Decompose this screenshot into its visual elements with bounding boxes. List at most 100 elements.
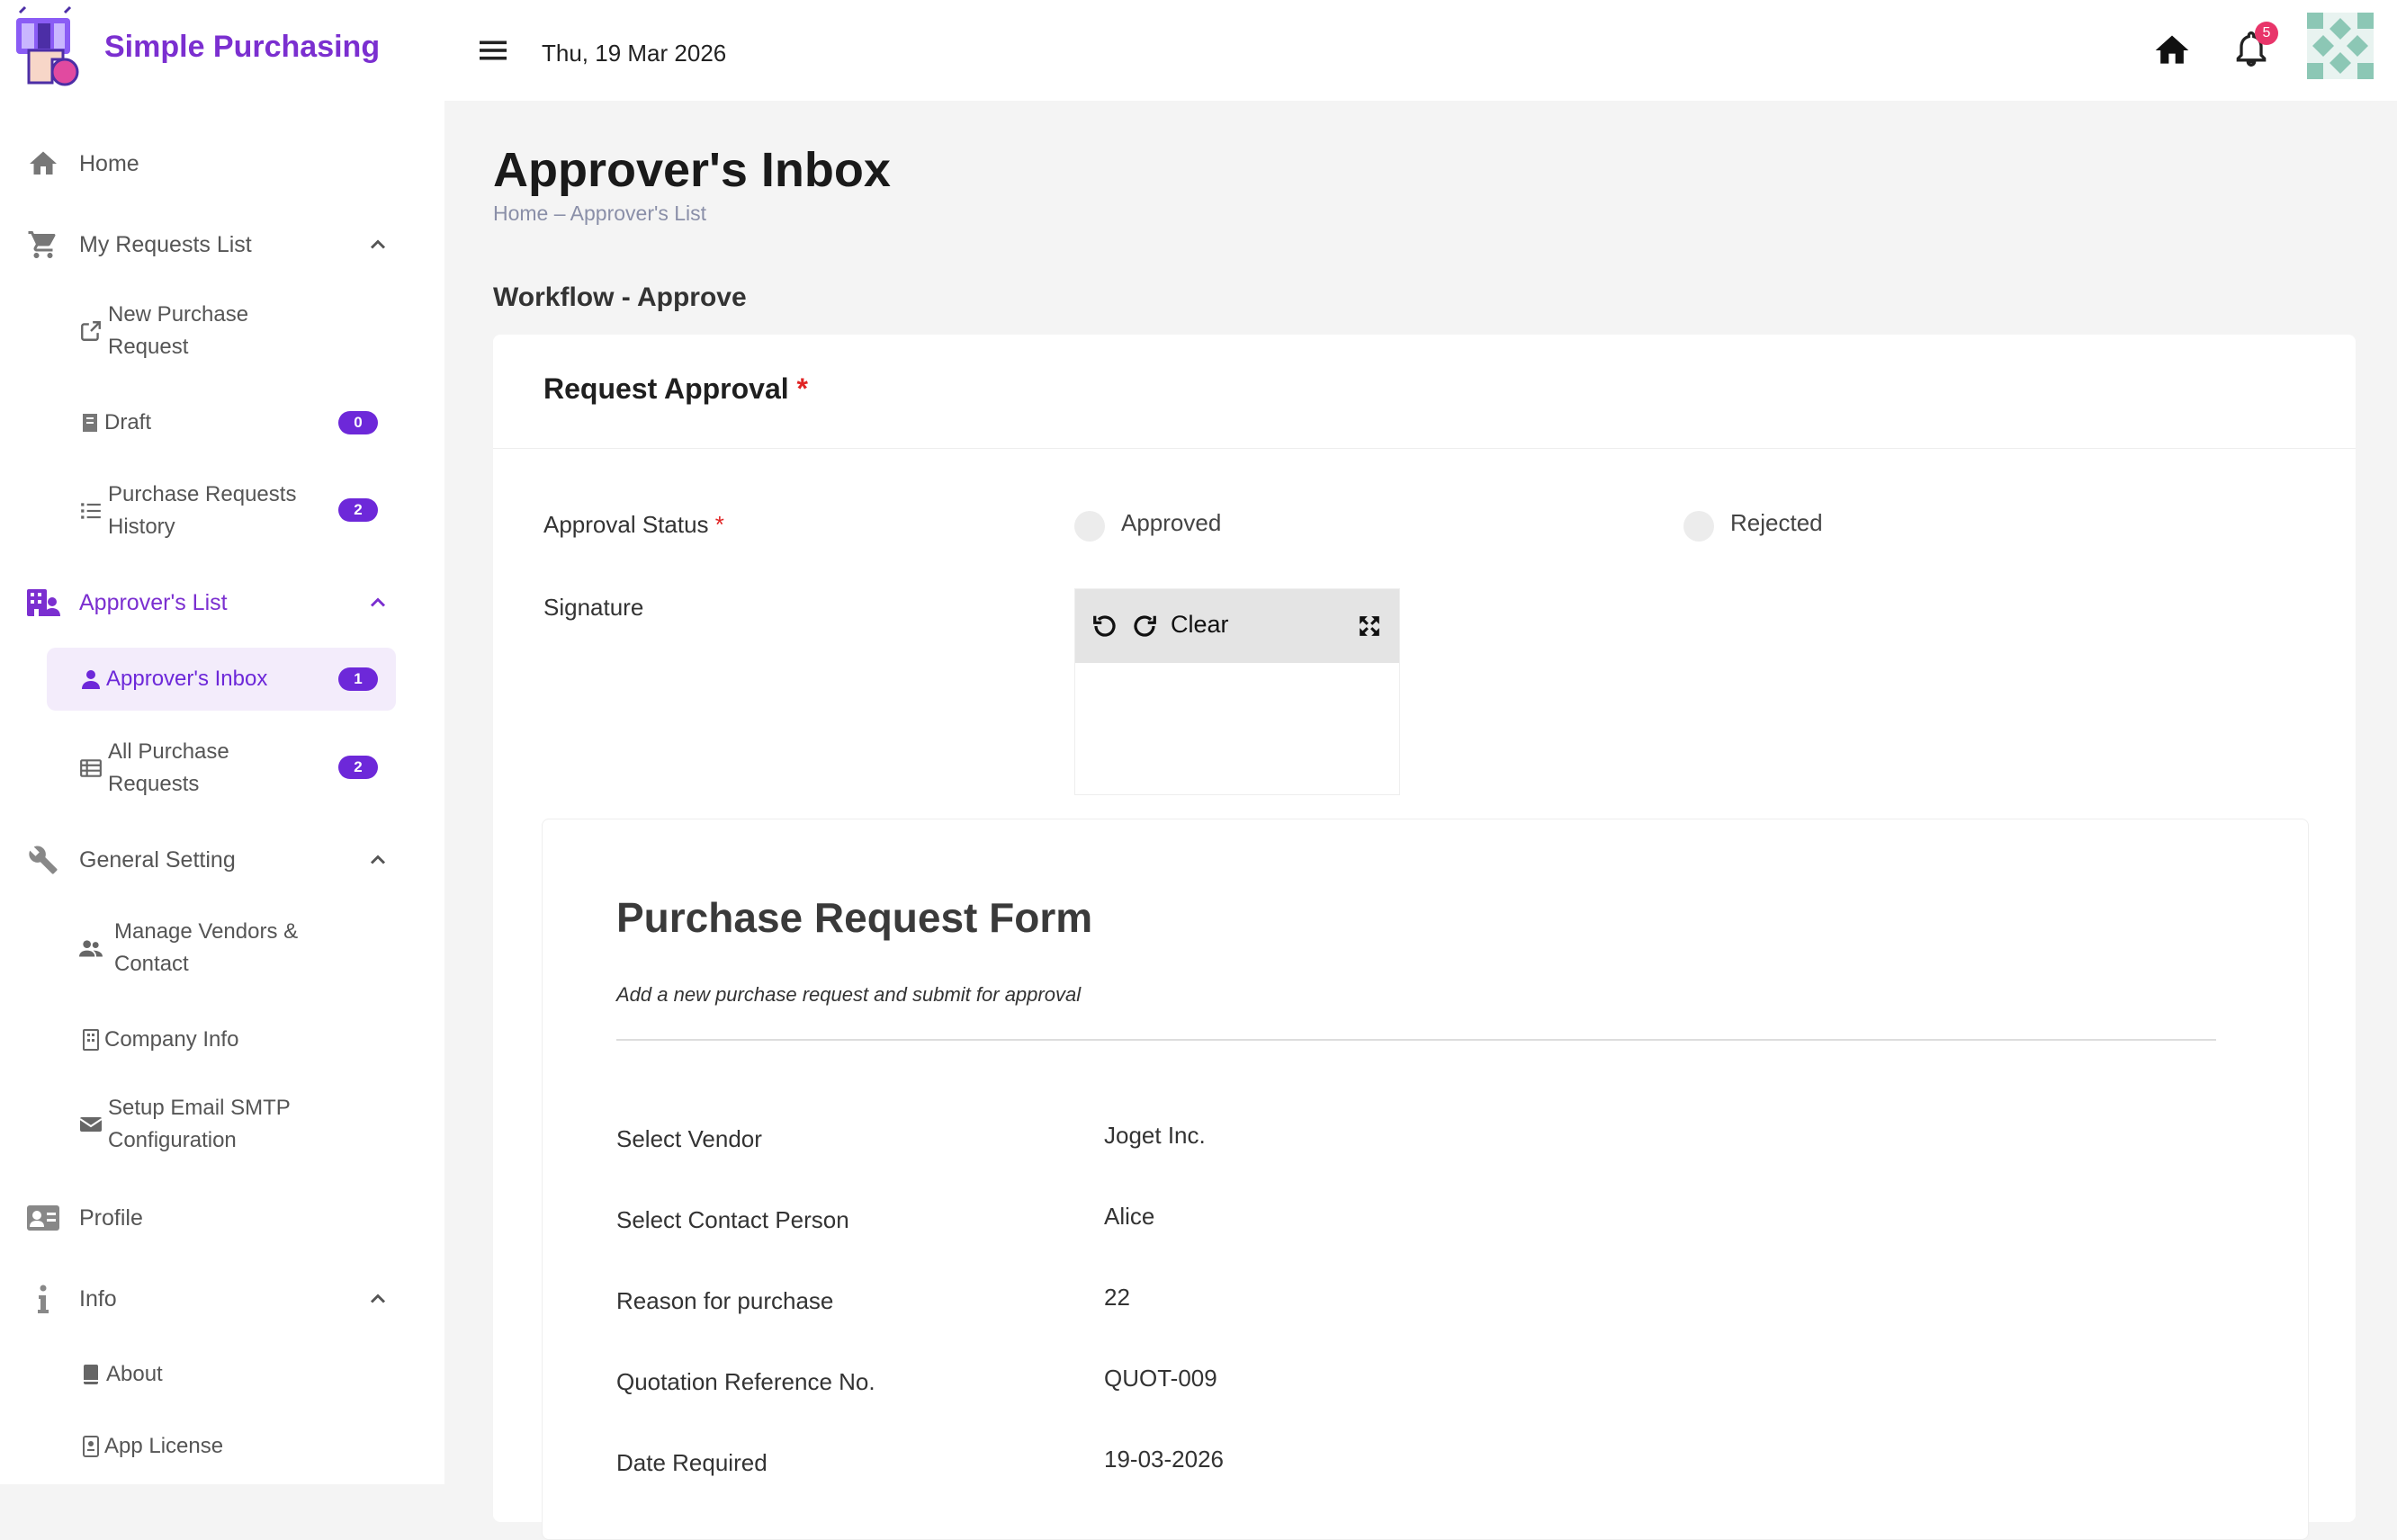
sidebar-item-label: Info	[79, 1285, 117, 1312]
signature-clear-button[interactable]: Clear	[1171, 611, 1229, 639]
sidebar-item-label: Home	[79, 150, 139, 176]
sidebar-item-about[interactable]: About	[47, 1353, 396, 1396]
required-mark: *	[796, 372, 808, 405]
home-icon	[25, 146, 61, 182]
sidebar-item-manage-vendors[interactable]: Manage Vendors & Contact	[47, 914, 396, 982]
inbox-count-badge: 1	[338, 667, 378, 691]
list-icon	[79, 499, 103, 523]
sidebar-item-label: My Requests List	[79, 231, 252, 257]
sidebar-item-label: About	[106, 1362, 163, 1386]
form-subtitle: Add a new purchase request and submit fo…	[616, 983, 1082, 1006]
sidebar-item-label: All Purchase Requests	[108, 739, 229, 796]
sidebar-item-my-requests[interactable]: My Requests List	[0, 223, 444, 266]
page-title: Approver's Inbox	[493, 143, 891, 197]
app-name: Simple Purchasing	[104, 29, 381, 64]
expand-icon[interactable]	[1358, 614, 1381, 638]
approval-status-label-text: Approval Status	[543, 511, 709, 538]
divider	[616, 1039, 2216, 1041]
sidebar-item-purchase-requests-history[interactable]: Purchase Requests History 2	[47, 477, 396, 545]
card-title: Request Approval *	[543, 372, 808, 406]
section-title: Workflow - Approve	[493, 282, 747, 312]
book-icon	[79, 1363, 103, 1386]
sidebar-item-all-purchase-requests[interactable]: All Purchase Requests 2	[47, 734, 396, 802]
sidebar-item-approvers-inbox[interactable]: Approver's Inbox 1	[47, 648, 396, 711]
reason-label: Reason for purchase	[616, 1287, 834, 1314]
license-icon	[79, 1435, 103, 1458]
chevron-up-icon[interactable]	[365, 847, 391, 873]
sidebar: Simple Purchasing Home My Requests List …	[0, 0, 444, 1484]
card-title-text: Request Approval	[543, 372, 789, 405]
purchase-request-form: Purchase Request Form Add a new purchase…	[542, 819, 2309, 1540]
building-user-icon	[25, 585, 61, 621]
sidebar-item-new-purchase-request[interactable]: New Purchase Request	[47, 297, 396, 365]
sidebar-item-label: Setup Email SMTP Configuration	[108, 1096, 291, 1152]
sidebar-item-smtp-config[interactable]: Setup Email SMTP Configuration	[47, 1090, 396, 1159]
sidebar-item-label: Draft	[104, 410, 152, 434]
draft-count-badge: 0	[338, 411, 378, 434]
undo-icon[interactable]	[1091, 613, 1118, 640]
sidebar-item-company-info[interactable]: Company Info	[47, 1018, 396, 1061]
breadcrumb[interactable]: Home – Approver's List	[493, 201, 706, 226]
form-title: Purchase Request Form	[616, 894, 1093, 941]
app-logo-icon	[16, 5, 79, 86]
sidebar-item-general-setting[interactable]: General Setting	[0, 838, 444, 882]
signature-label: Signature	[543, 594, 644, 621]
draft-icon	[79, 411, 103, 434]
hamburger-menu-icon[interactable]	[477, 34, 509, 67]
reason-value: 22	[1104, 1284, 1130, 1311]
sidebar-item-profile[interactable]: Profile	[0, 1196, 444, 1240]
cart-icon	[25, 227, 61, 263]
rejected-radio[interactable]	[1683, 511, 1714, 542]
sidebar-item-label: Profile	[79, 1204, 143, 1231]
sidebar-item-label: General Setting	[79, 846, 236, 873]
users-icon	[79, 936, 103, 960]
sidebar-item-label: Manage Vendors & Contact	[114, 919, 299, 976]
sidebar-item-label: Purchase Requests History	[108, 482, 297, 539]
user-icon	[79, 667, 103, 691]
sidebar-item-label: Approver's List	[79, 589, 228, 615]
approval-status-label: Approval Status *	[543, 511, 724, 539]
approval-card: Request Approval * Approval Status * App…	[493, 335, 2356, 1540]
notification-badge: 5	[2255, 22, 2278, 45]
sidebar-item-home[interactable]: Home	[0, 142, 444, 185]
required-mark: *	[714, 511, 724, 538]
sidebar-item-draft[interactable]: Draft 0	[47, 401, 396, 444]
sidebar-item-label: Approver's Inbox	[106, 667, 268, 691]
sidebar-item-app-license[interactable]: App License	[47, 1425, 396, 1468]
home-icon[interactable]	[2152, 31, 2192, 70]
select-vendor-label: Select Vendor	[616, 1125, 762, 1152]
sidebar-item-label: New Purchase Request	[108, 302, 249, 359]
sidebar-item-approvers-list[interactable]: Approver's List	[0, 581, 444, 624]
select-vendor-value: Joget Inc.	[1104, 1122, 1206, 1149]
chevron-up-icon[interactable]	[365, 590, 391, 615]
date-required-value: 19-03-2026	[1104, 1446, 1224, 1473]
contact-person-label: Select Contact Person	[616, 1206, 849, 1233]
quotation-ref-label: Quotation Reference No.	[616, 1368, 875, 1395]
envelope-icon	[79, 1113, 103, 1136]
sidebar-item-label: App License	[104, 1434, 224, 1458]
contact-person-value: Alice	[1104, 1203, 1155, 1230]
top-bar: Thu, 19 Mar 2026 5	[444, 0, 2397, 101]
sidebar-item-label: Company Info	[104, 1027, 239, 1052]
sidebar-item-info[interactable]: Info	[0, 1277, 444, 1321]
brand[interactable]: Simple Purchasing	[11, 5, 380, 88]
current-date: Thu, 19 Mar 2026	[542, 40, 727, 67]
approved-radio[interactable]	[1074, 511, 1105, 542]
info-icon	[25, 1281, 61, 1317]
rejected-radio-label[interactable]: Rejected	[1730, 509, 1823, 537]
external-link-icon	[79, 319, 103, 343]
quotation-ref-value: QUOT-009	[1104, 1365, 1217, 1392]
chevron-up-icon[interactable]	[365, 1286, 391, 1312]
approved-radio-label[interactable]: Approved	[1121, 509, 1221, 537]
date-required-label: Date Required	[616, 1449, 768, 1476]
card-header: Request Approval *	[493, 335, 2356, 449]
signature-toolbar: Clear	[1075, 589, 1399, 663]
wrench-icon	[25, 842, 61, 878]
redo-icon[interactable]	[1131, 613, 1158, 640]
building-icon	[79, 1028, 103, 1052]
avatar[interactable]	[2307, 13, 2374, 79]
id-card-icon	[25, 1200, 61, 1236]
all-requests-count-badge: 2	[338, 756, 378, 779]
signature-pad[interactable]: Clear	[1074, 588, 1400, 795]
chevron-up-icon[interactable]	[365, 232, 391, 257]
